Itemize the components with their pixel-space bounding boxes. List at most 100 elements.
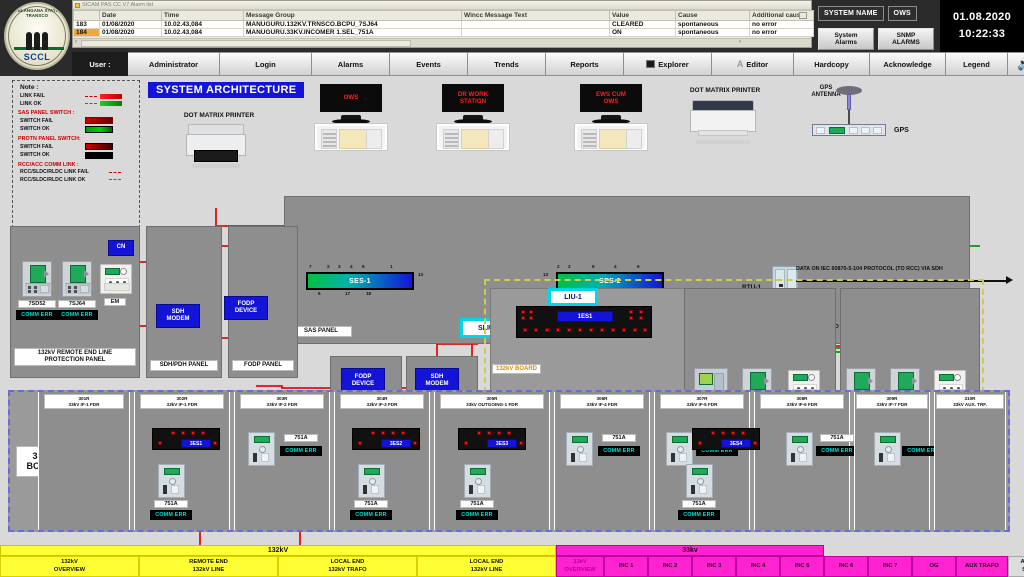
nav-33kv-overview[interactable]: 33kV OVERVIEW [556, 556, 604, 577]
switch-3es4-label: 3ES4 [721, 439, 751, 448]
snmp-alarms-button[interactable]: SNMP ALARMS [878, 28, 934, 50]
nav-local-end-132kv-line[interactable]: LOCAL END 132kV LINE [417, 556, 556, 577]
gps-receiver-icon [812, 124, 886, 136]
energy-meter-icon-remote[interactable] [100, 264, 132, 294]
image-icon [646, 60, 656, 68]
nav-inc-1[interactable]: INC 1 [604, 556, 648, 577]
dot-matrix-printer-left-label: DOT MATRIX PRINTER [183, 112, 255, 119]
menu-item-login[interactable]: Login [220, 52, 312, 76]
legend-row-link-fail: LINK FAIL [20, 93, 136, 99]
relay-751a-303r[interactable] [248, 432, 275, 466]
relay-7sj64-remote[interactable] [62, 261, 92, 297]
nav-inc-6[interactable]: INC 6 [824, 556, 868, 577]
relay-7sd52-remote[interactable] [22, 261, 52, 297]
user-label: User : [72, 52, 128, 76]
legend-label: SWITCH FAIL [20, 117, 54, 124]
liu-1-block[interactable]: LIU-1 [548, 288, 598, 306]
system-alarms-button[interactable]: System Alarms [818, 28, 874, 50]
col-message-group[interactable]: Message Group [243, 10, 462, 21]
relay-751a-308r-b[interactable] [786, 432, 813, 466]
legend-group-sas: SAS PANEL SWITCH : [18, 109, 75, 116]
menu-item-alarms[interactable]: Alarms [312, 52, 390, 76]
row-message-group: MANUGURU.33KV.INCOMER 1.SEL_751A [243, 28, 462, 37]
relay-751a-308r[interactable] [686, 464, 713, 498]
nav-inc-7[interactable]: INC 7 [868, 556, 912, 577]
nav-aux-trafo[interactable]: AUX TRAFO [956, 556, 1008, 577]
protocol-arrowhead-1 [1006, 276, 1013, 284]
switch-3es2[interactable]: 3ES2 [352, 428, 420, 450]
col-time[interactable]: Time [161, 10, 244, 21]
menu-item-legend[interactable]: Legend [946, 52, 1008, 76]
nav-remote-end-132kv-line[interactable]: REMOTE END 132kV LINE [139, 556, 278, 577]
nav-inc-3[interactable]: INC 3 [692, 556, 736, 577]
menu-item-events[interactable]: Events [390, 52, 468, 76]
switch-3es4[interactable]: 3ES4 [692, 428, 760, 450]
alarm-list-window[interactable]: SICAM PAS CC V7 Alarm list Date Time Mes… [72, 0, 814, 48]
alarm-list-titlebar[interactable]: SICAM PAS CC V7 Alarm list [73, 1, 811, 10]
sound-toggle[interactable]: 🔊 ✖ [1008, 52, 1024, 76]
relay-751a-302r[interactable] [158, 464, 185, 498]
bay-310r[interactable] [934, 392, 1006, 530]
es1-terminal-strip[interactable]: 1ES1 [516, 306, 652, 338]
relay-751a-306r[interactable] [566, 432, 593, 466]
fodp-device-left-block[interactable]: FODP DEVICE [224, 296, 268, 320]
menu-item-explorer[interactable]: Explorer [624, 52, 712, 76]
system-name-row: SYSTEM NAME OWS [818, 6, 917, 21]
menu-item-hardcopy[interactable]: Hardcopy [794, 52, 870, 76]
relay-751a-304r[interactable] [358, 464, 385, 498]
alarm-maximize-button[interactable] [799, 12, 807, 19]
table-row[interactable]: 184 01/08/2020 10.02.43,084 MANUGURU.33K… [73, 28, 814, 37]
menu-item-acknowledge[interactable]: Acknowledge [870, 52, 946, 76]
menu-item-editor[interactable]: A Editor [712, 52, 794, 76]
ews-cum-ows-label: EWS CUM OWS [596, 90, 626, 105]
ses1-port-7: 7 [309, 264, 312, 269]
ses2-port-4: 4 [614, 264, 617, 269]
nav-auxiliary-systems[interactable]: AUXILIARYSYSTEMS [1008, 556, 1024, 577]
col-date[interactable]: Date [99, 10, 162, 21]
remote-end-protection-panel-label: 132kV REMOTE END LINE PROTECTION PANEL [14, 348, 136, 366]
menu-item-administrator[interactable]: Administrator [128, 52, 220, 76]
swatch-protn-fail [85, 143, 113, 150]
bay-301r[interactable] [38, 392, 130, 530]
dashed-line-green-icon [85, 103, 97, 104]
nav-og[interactable]: OG [912, 556, 956, 577]
scroll-right-arrow-icon[interactable]: › [739, 39, 741, 45]
bottom-navigation[interactable]: 132kV 33kv 132kV OVERVIEW REMOTE END 132kV… [0, 545, 1024, 577]
switch-3es1-label: 3ES1 [181, 439, 211, 448]
dr-workstation-server-icon [436, 123, 510, 151]
ses-1-switch[interactable]: SES-1 [306, 272, 414, 290]
cn-block[interactable]: CN [108, 240, 134, 256]
menu-item-trends[interactable]: Trends [468, 52, 546, 76]
scrollbar-thumb[interactable] [81, 40, 411, 47]
bay-301r-label: 301R 33kV IF-1 FDR [44, 394, 124, 410]
col-index[interactable] [73, 10, 100, 21]
alarm-horizontal-scrollbar[interactable]: ‹ › [73, 38, 811, 47]
nav-inc-2[interactable]: INC 2 [648, 556, 692, 577]
scroll-left-arrow-icon[interactable]: ‹ [75, 39, 77, 45]
bay-305r-label: 305R 33kV OUTGOING-1 FDR [440, 394, 544, 410]
col-wincc-message-text[interactable]: Wincc Message Text [461, 10, 610, 21]
relay-751a-307r[interactable] [666, 432, 693, 466]
col-value[interactable]: Value [609, 10, 676, 21]
current-date: 01.08.2020 [952, 10, 1012, 23]
dashed-line-green-icon [109, 179, 121, 180]
speaker-icon[interactable]: 🔊 [1017, 57, 1024, 71]
swatch-switch-fail [85, 117, 113, 124]
device-model-751a-308r: 751A [682, 500, 716, 508]
switch-3es3[interactable]: 3ES3 [458, 428, 526, 450]
col-cause[interactable]: Cause [675, 10, 750, 21]
nav-buttons-row[interactable]: 132kV OVERVIEW REMOTE END 132kV LINE LOCAL… [0, 556, 1024, 577]
nav-132kv-overview[interactable]: 132kV OVERVIEW [0, 556, 139, 577]
menu-item-reports[interactable]: Reports [546, 52, 624, 76]
relay-751a-309r[interactable] [874, 432, 901, 466]
nav-local-end-132kv-trafo[interactable]: LOCAL END 132kV TRAFO [278, 556, 417, 577]
nav-inc-4[interactable]: INC 4 [736, 556, 780, 577]
table-row[interactable]: 183 01/08/2020 10.02.43,084 MANUGURU.132… [73, 20, 814, 29]
main-menu-bar[interactable]: User : Administrator Login Alarms Events… [72, 52, 1024, 76]
alarm-table[interactable]: Date Time Message Group Wincc Message Te… [73, 10, 814, 37]
ows-monitor-icon: OWS [318, 82, 384, 124]
relay-751a-305r[interactable] [464, 464, 491, 498]
sdh-modem-left-block[interactable]: SDH MODEM [156, 304, 200, 328]
switch-3es1[interactable]: 3ES1 [152, 428, 220, 450]
nav-inc-5[interactable]: INC 5 [780, 556, 824, 577]
